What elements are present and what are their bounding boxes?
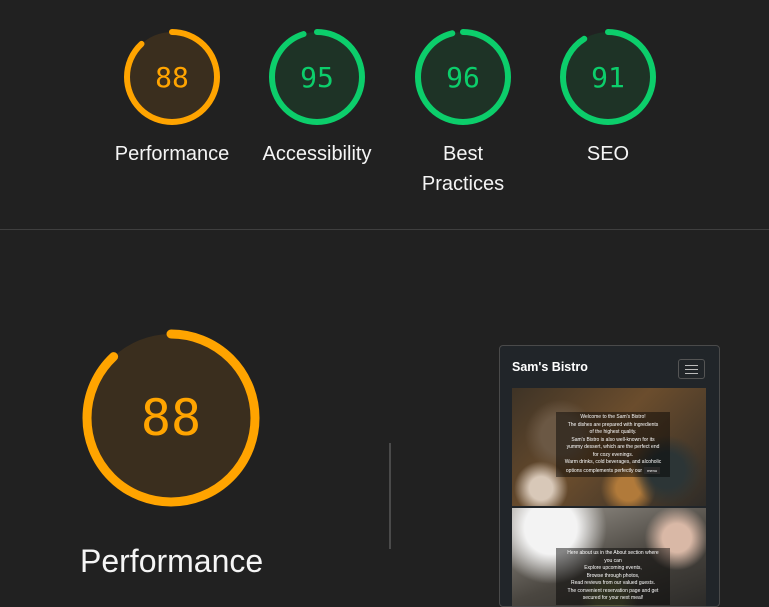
hero2-line: Explore upcoming events,: [584, 565, 642, 571]
best-practices-label[interactable]: Best Practices: [388, 139, 538, 199]
hero-image-restaurant: Welcome to the Sam's Bistro! The dishes …: [512, 388, 706, 506]
hero1-line: Warm drinks, cold beverages, and alcohol…: [564, 459, 662, 465]
hero2-line: Here about us in the About section where: [567, 550, 659, 556]
seo-score-gauge[interactable]: 91: [558, 27, 658, 127]
hero2-line: The convenient reservation page and get: [567, 587, 659, 594]
performance-detail-title: Performance: [80, 543, 264, 579]
section-divider: [0, 229, 769, 230]
performance-score-gauge[interactable]: 88: [122, 27, 222, 127]
best-practices-label-line1: Best: [442, 143, 484, 165]
hero2-text: Here about us in the About section where…: [556, 548, 670, 605]
hero1-line-text: options complements perfectly our: [565, 467, 643, 474]
hero1-line: The dishes are prepared with ingredients: [567, 421, 659, 428]
hero1-line: yummy dessert, which are the perfect end: [566, 444, 660, 450]
accessibility-score-gauge[interactable]: 95: [267, 27, 367, 127]
hero-menu-button: menu: [644, 466, 661, 474]
site-title: Sam's Bistro: [512, 360, 588, 374]
hamburger-icon: [678, 359, 705, 379]
best-practices-label-line2: Practices: [421, 173, 505, 195]
performance-detail-value: 88: [140, 389, 202, 447]
hero1-line: Welcome to the Sam's Bistro!: [580, 414, 646, 420]
seo-label[interactable]: SEO: [533, 139, 683, 169]
hero2-line: Read reviews from our valued guests.: [571, 580, 655, 586]
hero1-line: Sam's Bistro is also well-known for its: [571, 436, 655, 443]
hero-image-chef: Here about us in the About section where…: [512, 508, 706, 606]
best-practices-score-gauge[interactable]: 96: [413, 27, 513, 127]
vertical-divider: [389, 443, 391, 549]
hero1-line: for cozy evenings.: [592, 451, 634, 458]
seo-score-value: 91: [591, 60, 625, 94]
performance-score-value: 88: [155, 60, 189, 94]
hero1-text: Welcome to the Sam's Bistro! The dishes …: [556, 412, 670, 477]
hero1-line: of the highest quality.: [589, 429, 637, 435]
hero2-line: secured for your next meal!: [582, 595, 644, 601]
accessibility-label[interactable]: Accessibility: [242, 139, 392, 169]
hero1-line: options complements perfectly our menu: [559, 466, 667, 476]
hero2-line: you can: [604, 557, 622, 564]
accessibility-score-value: 95: [300, 60, 334, 94]
best-practices-score-value: 96: [446, 60, 480, 94]
performance-detail-gauge: 88: [80, 327, 262, 509]
performance-label[interactable]: Performance: [97, 139, 247, 169]
hero2-line: Browse through photos,: [586, 572, 640, 579]
final-screenshot-thumbnail[interactable]: Sam's Bistro Welcome to the Sam's Bistro…: [499, 345, 720, 607]
